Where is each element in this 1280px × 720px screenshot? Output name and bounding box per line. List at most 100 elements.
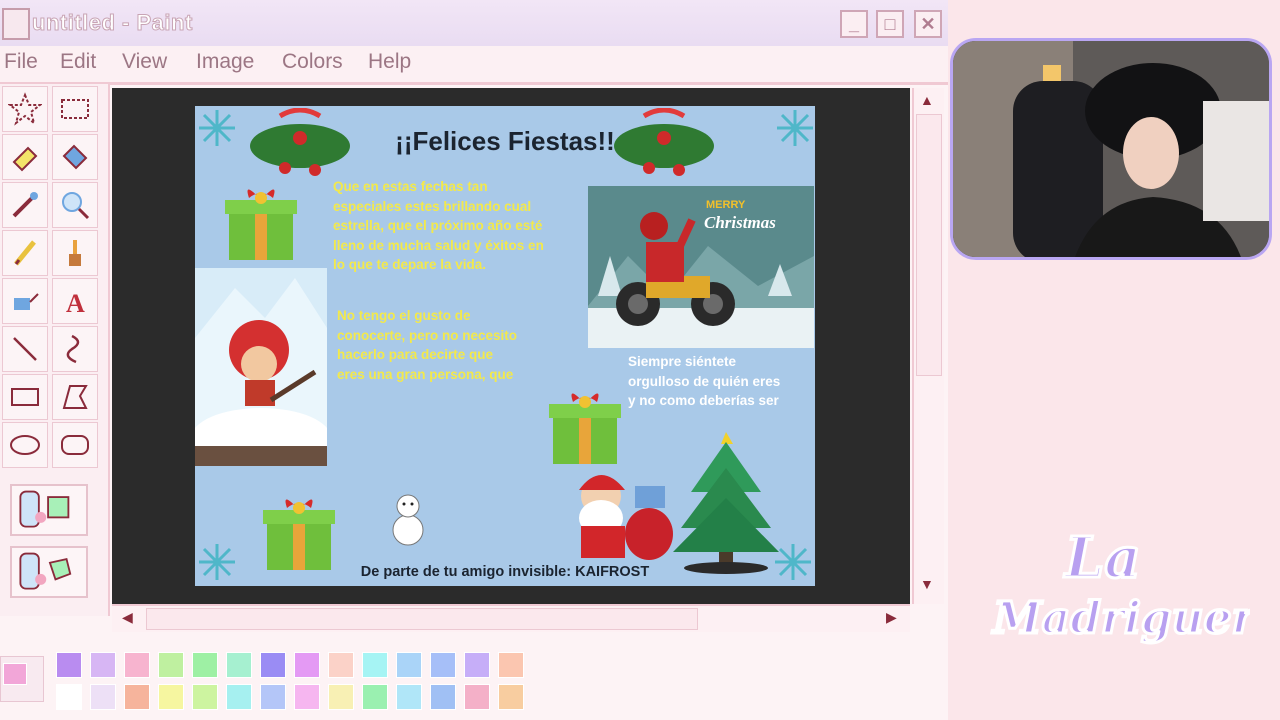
star-select-icon [8,92,42,126]
menu-image[interactable]: Image [196,50,254,74]
palette-swatch[interactable] [56,652,82,678]
gift-box-icon [263,499,335,570]
rectangle-icon [11,388,39,406]
eraser-icon [12,146,38,172]
vertical-scroll-thumb[interactable] [916,114,942,376]
text-a-icon: A [66,289,85,318]
palette-swatch[interactable] [294,652,320,678]
paint-window: untitled - Paint _ □ ✕ File Edit View Im… [0,0,948,720]
curve-tool[interactable] [52,326,98,372]
palette-swatch[interactable] [124,684,150,710]
fill-option-filled[interactable] [10,546,88,598]
santa-sack-image [579,475,673,560]
line-tool[interactable] [2,326,48,372]
palette-swatch[interactable] [56,684,82,710]
menu-colors[interactable]: Colors [282,50,343,74]
christmas-tree-icon [673,432,779,574]
palette-swatch[interactable] [158,652,184,678]
magnifier-icon [62,192,90,220]
palette-swatch[interactable] [396,652,422,678]
palette-swatch[interactable] [226,684,252,710]
palette-swatch[interactable] [90,652,116,678]
palette-swatch[interactable] [430,684,456,710]
magnifier-tool[interactable] [52,182,98,228]
palette-swatch[interactable] [498,652,524,678]
palette-swatch[interactable] [464,652,490,678]
eyedropper-icon [12,192,38,218]
ellipse-tool[interactable] [2,422,48,468]
pick-color-tool[interactable] [2,182,48,228]
text-tool[interactable]: A [52,278,98,324]
santa-motorcycle-image: MERRY Christmas [588,186,814,348]
current-colors-box[interactable] [0,656,44,702]
palette-swatch[interactable] [158,684,184,710]
brush-icon [69,240,81,266]
menu-view[interactable]: View [122,50,167,74]
scroll-right-arrow-icon[interactable]: ▶ [886,609,897,626]
christmas-card-image: ¡¡Felices Fiestas!! MERRY Christmas Que … [195,106,815,586]
menu-help[interactable]: Help [368,50,411,74]
snowflake-icon [777,110,813,146]
fill-option-outline[interactable] [10,484,88,536]
garland-decoration-icon [250,108,350,176]
brush-tool[interactable] [52,230,98,276]
ellipse-icon [10,435,40,455]
rect-select-tool[interactable] [52,86,98,132]
rounded-rectangle-icon [61,435,89,455]
free-form-select-tool[interactable] [2,86,48,132]
garland-decoration-icon [614,108,714,176]
snowflake-icon [199,110,235,146]
vertical-scrollbar[interactable]: ▲ ▼ [912,88,944,604]
palette-swatch[interactable] [430,652,456,678]
palette-swatch[interactable] [464,684,490,710]
eraser-tool[interactable] [2,134,48,180]
color-palette [0,648,530,720]
svg-text:La: La [1063,525,1141,591]
palette-swatch[interactable] [226,652,252,678]
pencil-icon [14,240,36,266]
la-madriguera-logo: La Madriguera [990,524,1251,646]
rounded-rectangle-tool[interactable] [52,422,98,468]
horizontal-scroll-thumb[interactable] [146,608,698,630]
palette-swatch[interactable] [498,684,524,710]
svg-text:Madriguera: Madriguera [991,593,1250,644]
toolbox: A [0,84,110,616]
title-bar: untitled - Paint _ □ ✕ [0,0,948,49]
snowman-icon [392,494,424,546]
scroll-left-arrow-icon[interactable]: ◀ [122,609,133,626]
line-icon [13,337,37,361]
menu-edit[interactable]: Edit [60,50,96,74]
rectangle-tool[interactable] [2,374,48,420]
palette-swatch[interactable] [260,652,286,678]
maximize-button[interactable]: □ [876,10,904,38]
palette-swatch[interactable] [192,684,218,710]
horizontal-scrollbar[interactable]: ◀ ▶ [112,604,910,632]
palette-swatch[interactable] [124,652,150,678]
palette-swatch[interactable] [362,684,388,710]
minimize-button[interactable]: _ [840,10,868,38]
palette-swatch[interactable] [396,684,422,710]
airbrush-tool[interactable] [2,278,48,324]
gift-box-icon [225,189,297,260]
palette-swatch[interactable] [328,652,354,678]
palette-swatch[interactable] [192,652,218,678]
foreground-color-swatch[interactable] [3,663,27,685]
fill-tool[interactable] [52,134,98,180]
scroll-up-arrow-icon[interactable]: ▲ [920,92,934,108]
polygon-tool[interactable] [52,374,98,420]
palette-swatch[interactable] [260,684,286,710]
close-button[interactable]: ✕ [914,10,942,38]
palette-swatch[interactable] [362,652,388,678]
scroll-down-arrow-icon[interactable]: ▼ [920,576,934,592]
pencil-tool[interactable] [2,230,48,276]
menu-file[interactable]: File [4,50,38,74]
palette-swatch[interactable] [294,684,320,710]
paint-bucket-icon [62,144,88,170]
merry-sign: MERRY [706,199,746,211]
palette-swatch[interactable] [90,684,116,710]
filled-shapes-icon [19,552,72,590]
polygon-icon [62,385,88,409]
palette-swatch[interactable] [328,684,354,710]
window-title: untitled - Paint [32,10,193,36]
curve-icon [66,334,80,364]
